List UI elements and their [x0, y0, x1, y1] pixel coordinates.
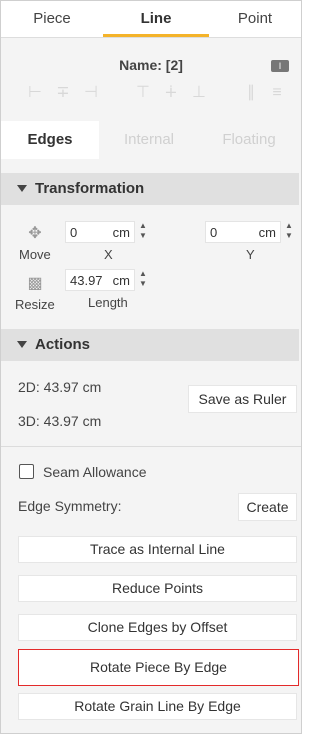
distribute-h-icon[interactable]: ∥ [241, 83, 261, 103]
transformation-header[interactable]: Transformation [1, 173, 299, 205]
top-tabs: Piece Line Point [1, 1, 301, 38]
alignment-toolbar: ⊢ ∓ ⊣ ⊤ ∔ ⊥ ∥ ≡ [1, 83, 301, 107]
align-right-icon[interactable]: ⊣ [81, 83, 101, 103]
align-middle-v-icon[interactable]: ∔ [161, 83, 181, 103]
x-input[interactable]: 0 cm [65, 221, 135, 243]
resize-icon: ▩ [27, 275, 43, 292]
transformation-title: Transformation [35, 180, 145, 197]
align-top-icon[interactable]: ⊤ [133, 83, 153, 103]
create-button[interactable]: Create [238, 493, 297, 521]
length-3d: 3D: 43.97 cm [18, 413, 102, 429]
save-as-ruler-button[interactable]: Save as Ruler [188, 385, 297, 413]
move-label: Move [19, 247, 51, 262]
move-icon: ✥ [28, 225, 42, 242]
rotate-piece-by-edge-button[interactable]: Rotate Piece By Edge [18, 649, 299, 686]
sub-tabs: Edges Internal Floating [1, 121, 301, 159]
resize-label: Resize [15, 297, 55, 312]
tab-internal[interactable]: Internal [99, 121, 199, 159]
distribute-v-icon[interactable]: ≡ [267, 83, 287, 103]
collapse-arrow-icon [17, 340, 27, 348]
x-stepper[interactable]: ▲ ▼ [138, 221, 148, 243]
x-unit: cm [112, 225, 130, 240]
seam-allowance-checkbox[interactable] [19, 464, 34, 479]
line-name: Name: [2] [119, 57, 183, 73]
y-value: 0 [210, 225, 218, 240]
length-label: Length [88, 295, 128, 310]
align-bottom-icon[interactable]: ⊥ [189, 83, 209, 103]
clone-edges-by-offset-button[interactable]: Clone Edges by Offset [18, 614, 297, 641]
actions-header[interactable]: Actions [1, 329, 299, 361]
rotate-grain-line-by-edge-button[interactable]: Rotate Grain Line By Edge [18, 693, 297, 720]
divider [1, 446, 301, 447]
actions-title: Actions [35, 336, 91, 353]
length-input[interactable]: 43.97 cm [65, 269, 135, 291]
tab-piece[interactable]: Piece [1, 1, 103, 37]
reduce-points-button[interactable]: Reduce Points [18, 575, 297, 602]
tab-point[interactable]: Point [209, 1, 301, 37]
tab-line[interactable]: Line [103, 1, 209, 37]
edge-symmetry-label: Edge Symmetry: [18, 498, 122, 514]
length-stepper[interactable]: ▲ ▼ [138, 269, 148, 291]
length-2d: 2D: 43.97 cm [18, 379, 102, 395]
y-label: Y [246, 247, 255, 262]
align-left-icon[interactable]: ⊢ [25, 83, 45, 103]
tab-edges[interactable]: Edges [1, 121, 99, 159]
seam-allowance-label: Seam Allowance [43, 464, 147, 480]
rename-icon[interactable]: I [271, 60, 289, 72]
length-unit: cm [112, 273, 130, 288]
trace-as-internal-line-button[interactable]: Trace as Internal Line [18, 536, 297, 563]
y-input[interactable]: 0 cm [205, 221, 281, 243]
collapse-arrow-icon [17, 184, 27, 192]
y-unit: cm [258, 225, 276, 240]
length-value: 43.97 [70, 273, 103, 288]
x-label: X [104, 247, 113, 262]
line-properties-panel: Piece Line Point Name: [2] I ⊢ ∓ ⊣ ⊤ ∔ ⊥… [0, 0, 302, 734]
x-value: 0 [70, 225, 78, 240]
y-stepper[interactable]: ▲ ▼ [284, 221, 294, 243]
align-center-h-icon[interactable]: ∓ [53, 83, 73, 103]
tab-floating[interactable]: Floating [199, 121, 299, 159]
